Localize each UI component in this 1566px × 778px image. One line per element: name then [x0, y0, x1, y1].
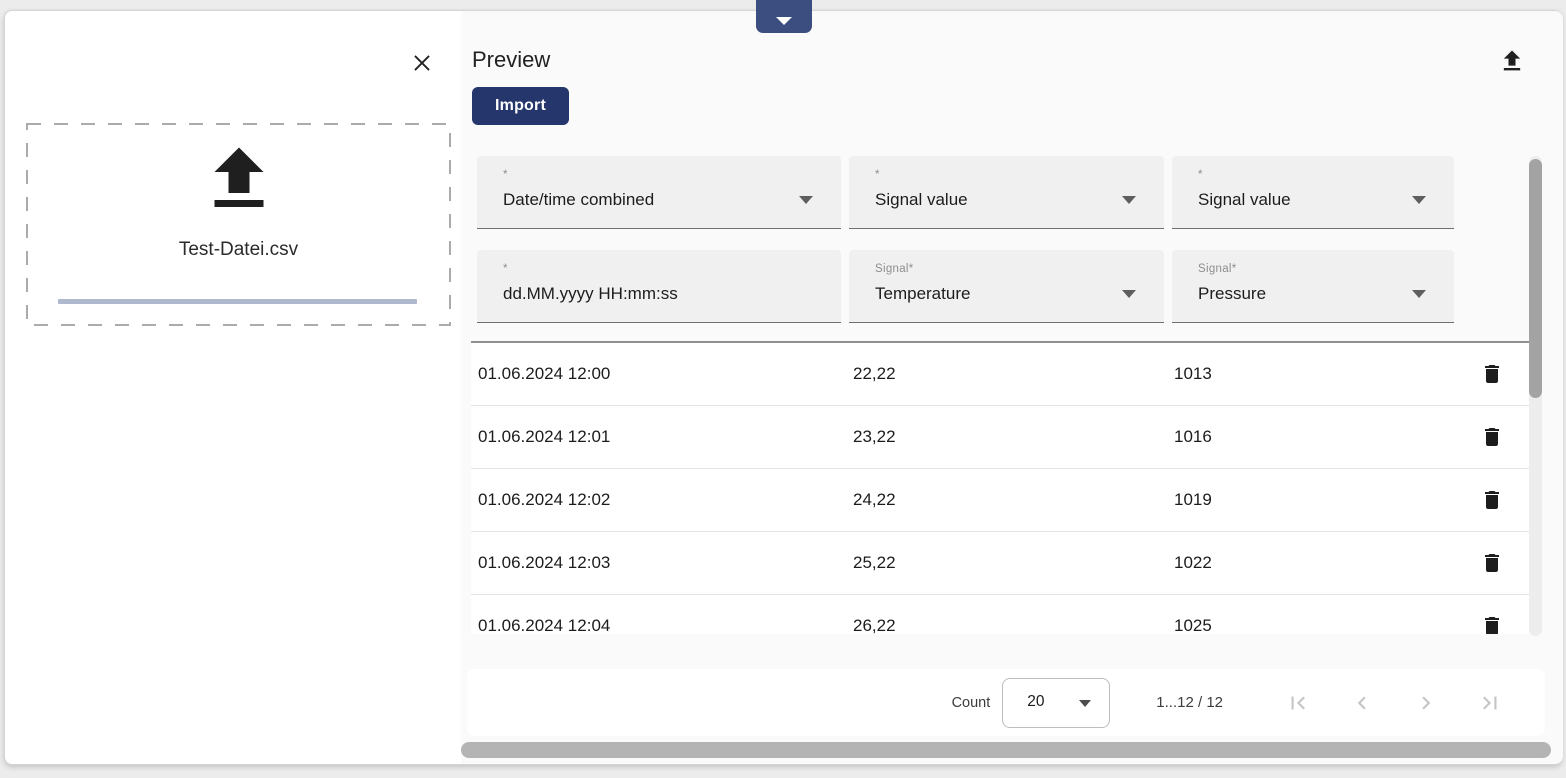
table-row: 01.06.2024 12:03 25,22 1022 [471, 532, 1529, 595]
cell-temperature: 24,22 [853, 490, 896, 510]
table-row: 01.06.2024 12:02 24,22 1019 [471, 469, 1529, 532]
count-label: Count [952, 695, 991, 711]
cell-temperature: 22,22 [853, 364, 896, 384]
dropdown-arrow-icon [1122, 290, 1136, 298]
vertical-scrollbar-track[interactable] [1529, 156, 1542, 636]
next-page-button[interactable] [1413, 690, 1439, 716]
horizontal-scrollbar[interactable] [461, 742, 1551, 758]
first-page-icon [1285, 690, 1311, 716]
signal-select-pressure[interactable]: Signal* Pressure [1172, 250, 1454, 323]
trash-icon [1480, 488, 1504, 512]
cell-temperature: 25,22 [853, 553, 896, 573]
dropdown-arrow-icon [1079, 700, 1091, 707]
cell-pressure: 1019 [1174, 490, 1212, 510]
table-row: 01.06.2024 12:01 23,22 1016 [471, 406, 1529, 469]
vertical-scrollbar-thumb[interactable] [1529, 159, 1542, 398]
delete-row-button[interactable] [1479, 551, 1505, 577]
import-button[interactable]: Import [472, 87, 569, 125]
cell-datetime: 01.06.2024 12:00 [478, 364, 610, 384]
upload-action-button[interactable] [1497, 47, 1527, 77]
dropdown-arrow-icon [799, 196, 813, 204]
close-icon [409, 50, 435, 76]
chevron-down-icon [776, 17, 792, 25]
pagination-bar: Count 20 1...12 / 12 [467, 669, 1545, 736]
table-row: 01.06.2024 12:04 26,22 1025 [471, 595, 1529, 634]
cell-datetime: 01.06.2024 12:01 [478, 427, 610, 447]
table-row: 01.06.2024 12:00 22,22 1013 [471, 343, 1529, 406]
cell-pressure: 1013 [1174, 364, 1212, 384]
chevron-left-icon [1349, 690, 1375, 716]
cell-datetime: 01.06.2024 12:02 [478, 490, 610, 510]
previous-page-button[interactable] [1349, 690, 1375, 716]
preview-panel: Preview Import * Date/time combined * Si… [461, 11, 1563, 764]
column-type-select-signal-1[interactable]: * Signal value [849, 156, 1164, 229]
delete-row-button[interactable] [1479, 425, 1505, 451]
page-background: Test-Datei.csv Preview Import * Date/tim… [0, 0, 1566, 778]
upload-icon [1498, 47, 1526, 75]
upload-progress-bar [58, 299, 417, 304]
chevron-right-icon [1413, 690, 1439, 716]
last-page-button[interactable] [1477, 690, 1503, 716]
preview-table: 01.06.2024 12:00 22,22 1013 01.06.2024 1… [471, 343, 1529, 634]
dropdown-arrow-icon [1412, 196, 1426, 204]
delete-row-button[interactable] [1479, 614, 1505, 634]
upload-icon [197, 137, 281, 221]
collapse-tab-button[interactable] [756, 0, 812, 33]
delete-row-button[interactable] [1479, 362, 1505, 388]
csv-import-dialog: Test-Datei.csv Preview Import * Date/tim… [4, 10, 1562, 765]
last-page-icon [1477, 690, 1503, 716]
signal-select-temperature[interactable]: Signal* Temperature [849, 250, 1164, 323]
column-type-select-signal-2[interactable]: * Signal value [1172, 156, 1454, 229]
trash-icon [1480, 425, 1504, 449]
delete-row-button[interactable] [1479, 488, 1505, 514]
trash-icon [1480, 614, 1504, 634]
datetime-format-input[interactable]: * dd.MM.yyyy HH:mm:ss [477, 250, 841, 323]
trash-icon [1480, 551, 1504, 575]
cell-datetime: 01.06.2024 12:04 [478, 616, 610, 634]
dropdown-arrow-icon [1412, 290, 1426, 298]
cell-datetime: 01.06.2024 12:03 [478, 553, 610, 573]
page-title: Preview [472, 47, 550, 73]
file-dropzone[interactable]: Test-Datei.csv [26, 123, 451, 326]
cell-temperature: 23,22 [853, 427, 896, 447]
cell-pressure: 1016 [1174, 427, 1212, 447]
first-page-button[interactable] [1285, 690, 1311, 716]
cell-temperature: 26,22 [853, 616, 896, 634]
close-button[interactable] [407, 49, 437, 79]
file-name: Test-Datei.csv [26, 239, 451, 261]
column-type-select-datetime[interactable]: * Date/time combined [477, 156, 841, 229]
cell-pressure: 1025 [1174, 616, 1212, 634]
page-size-select[interactable]: 20 [1002, 678, 1110, 728]
pagination-range: 1...12 / 12 [1156, 694, 1223, 711]
trash-icon [1480, 362, 1504, 386]
cell-pressure: 1022 [1174, 553, 1212, 573]
dropdown-arrow-icon [1122, 196, 1136, 204]
